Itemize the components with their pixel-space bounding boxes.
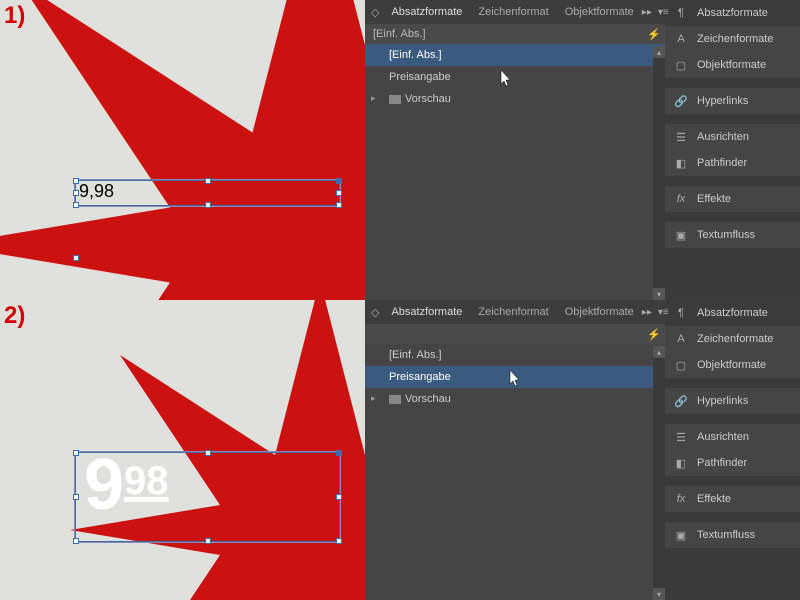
handle-tc[interactable] [205,178,211,184]
collapse-icon[interactable]: ▸▸ [642,307,652,318]
pathfinder-icon: ◧ [673,156,689,170]
tab-character-styles[interactable]: Zeichenformat [470,306,556,318]
panel-menu-icon[interactable]: ▾≡ [658,7,669,18]
step-label-2: 2) [4,302,25,330]
handle-br[interactable] [336,538,342,544]
dock-align[interactable]: ☰Ausrichten [665,124,800,150]
styles-list: [Einf. Abs.] Preisangabe Vorschau [365,44,665,300]
dock-paragraph-styles[interactable]: ¶Absatzformate [665,0,800,26]
dock-effects[interactable]: fxEffekte [665,486,800,512]
panel-tabs-2: ◇ Absatzformate Zeichenformat Objektform… [365,300,665,324]
scrollbar[interactable]: ▴ ▾ [653,46,665,300]
tab-paragraph-styles[interactable]: Absatzformate [383,6,470,18]
dock-hyperlinks[interactable]: 🔗Hyperlinks [665,88,800,114]
text-frame[interactable]: 9,98 [75,180,340,206]
star-shape [0,0,365,300]
handle-bl[interactable] [73,202,79,208]
scroll-down-icon[interactable]: ▾ [653,288,665,300]
handle-mr[interactable] [336,190,342,196]
effects-icon: fx [673,192,689,206]
current-style-header-2: ⚡ [365,324,665,344]
handle-tr[interactable] [336,450,342,456]
step-label-1: 1) [4,2,25,30]
styles-panel: ◇ Absatzformate Zeichenformat Objektform… [365,0,665,300]
style-folder-vorschau[interactable]: Vorschau [365,88,665,110]
effects-icon: fx [673,492,689,506]
object-icon: ▢ [673,58,689,72]
tab-paragraph-styles[interactable]: Absatzformate [383,306,470,318]
dock-effects[interactable]: fxEffekte [665,186,800,212]
quick-apply-icon[interactable]: ⚡ [647,328,657,340]
paragraph-icon: ¶ [673,6,689,20]
handle-ml[interactable] [73,190,79,196]
handle-tl[interactable] [73,450,79,456]
style-folder-vorschau[interactable]: Vorschau [365,388,665,410]
scroll-up-icon[interactable]: ▴ [653,46,665,58]
textwrap-icon: ▣ [673,228,689,242]
quick-apply-icon[interactable]: ⚡ [647,28,657,40]
styles-panel-2: ◇ Absatzformate Zeichenformat Objektform… [365,300,665,600]
tab-object-styles[interactable]: Objektformate [557,306,642,318]
dock-character-styles[interactable]: AZeichenformate [665,326,800,352]
handle-tl[interactable] [73,178,79,184]
dock-object-styles[interactable]: ▢Objektformate [665,52,800,78]
price-text-unstyled: 9,98 [76,178,117,204]
cursor-icon [500,70,514,88]
dock-hyperlinks[interactable]: 🔗Hyperlinks [665,388,800,414]
scroll-up-icon[interactable]: ▴ [653,346,665,358]
dock-pathfinder[interactable]: ◧Pathfinder [665,150,800,176]
canvas-area[interactable]: 1) 9,98 [0,0,365,300]
text-frame-2[interactable]: 9 98 [75,452,340,542]
align-icon: ☰ [673,430,689,444]
dock-textwrap[interactable]: ▣Textumfluss [665,522,800,548]
tab-object-styles[interactable]: Objektformate [557,6,642,18]
textwrap-icon: ▣ [673,528,689,542]
hyperlink-icon: 🔗 [673,94,689,108]
dock-align[interactable]: ☰Ausrichten [665,424,800,450]
canvas-area-2[interactable]: 2) 9 98 [0,300,365,600]
panel-menu-icon[interactable]: ▾≡ [658,307,669,318]
current-style-header: [Einf. Abs.] ⚡ [365,24,665,44]
handle-tr[interactable] [336,178,342,184]
dock-character-styles[interactable]: AZeichenformate [665,26,800,52]
scrollbar[interactable]: ▴ ▾ [653,346,665,600]
dock-panel: ¶Absatzformate AZeichenformate ▢Objektfo… [665,0,800,300]
price-text-styled: 9 98 [76,453,339,518]
style-basic-paragraph[interactable]: [Einf. Abs.] [365,44,665,66]
handle-br[interactable] [336,202,342,208]
sync-icon: ◇ [371,306,379,319]
handle-ml[interactable] [73,494,79,500]
panel-tabs: ◇ Absatzformate Zeichenformat Objektform… [365,0,665,24]
folder-icon [389,395,401,404]
dock-pathfinder[interactable]: ◧Pathfinder [665,450,800,476]
scroll-down-icon[interactable]: ▾ [653,588,665,600]
style-preisangabe[interactable]: Preisangabe [365,66,665,88]
cursor-icon [509,370,523,388]
price-main-digit: 9 [84,455,124,516]
tab-character-styles[interactable]: Zeichenformat [470,6,556,18]
align-icon: ☰ [673,130,689,144]
dock-object-styles[interactable]: ▢Objektformate [665,352,800,378]
handle-mr[interactable] [336,494,342,500]
handle-bc[interactable] [205,538,211,544]
sync-icon: ◇ [371,6,379,19]
dock-paragraph-styles[interactable]: ¶Absatzformate [665,300,800,326]
character-icon: A [673,32,689,46]
extra-handle[interactable] [73,255,79,261]
collapse-icon[interactable]: ▸▸ [642,7,652,18]
style-basic-paragraph[interactable]: [Einf. Abs.] [365,344,665,366]
handle-bc[interactable] [205,202,211,208]
current-style-name: [Einf. Abs.] [373,28,426,40]
paragraph-icon: ¶ [673,306,689,320]
dock-textwrap[interactable]: ▣Textumfluss [665,222,800,248]
price-cents: 98 [124,461,169,501]
hyperlink-icon: 🔗 [673,394,689,408]
pathfinder-icon: ◧ [673,456,689,470]
object-icon: ▢ [673,358,689,372]
folder-icon [389,95,401,104]
character-icon: A [673,332,689,346]
dock-panel-2: ¶Absatzformate AZeichenformate ▢Objektfo… [665,300,800,600]
handle-tc[interactable] [205,450,211,456]
handle-bl[interactable] [73,538,79,544]
